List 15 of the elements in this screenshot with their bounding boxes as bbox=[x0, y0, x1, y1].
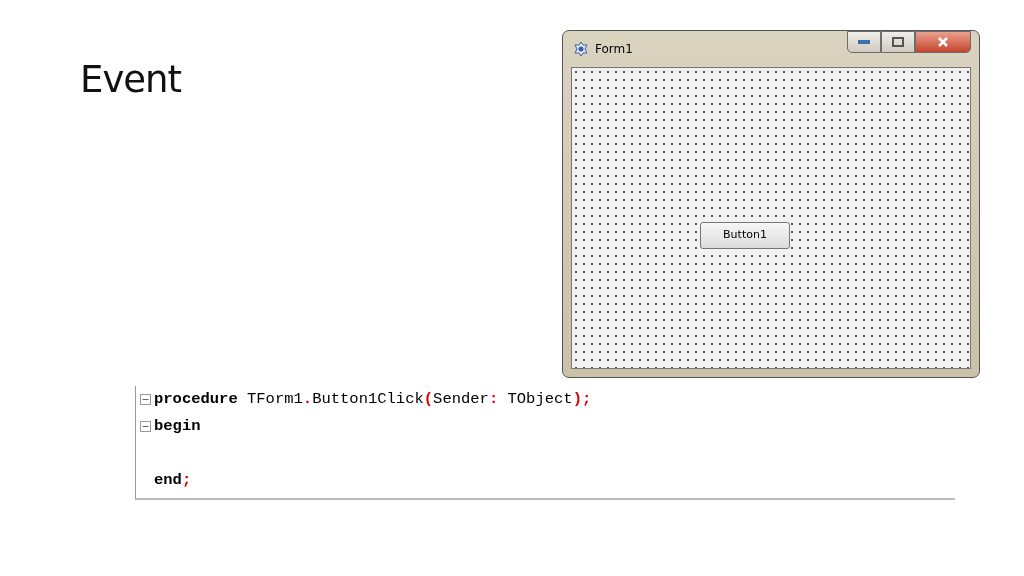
slide-title: Event bbox=[80, 57, 181, 103]
maximize-icon bbox=[892, 37, 904, 47]
code-line: procedure TForm1.Button1Click(Sender: TObject); bbox=[154, 389, 592, 410]
app-icon bbox=[573, 41, 589, 57]
form-button[interactable]: Button1 bbox=[700, 222, 790, 249]
minimize-button[interactable] bbox=[847, 31, 881, 53]
code-line: end; bbox=[154, 470, 192, 491]
close-button[interactable] bbox=[915, 31, 971, 53]
code-line: begin bbox=[154, 416, 201, 437]
maximize-button[interactable] bbox=[881, 31, 915, 53]
fold-icon[interactable] bbox=[140, 421, 151, 432]
window-title: Form1 bbox=[595, 41, 633, 58]
close-icon bbox=[937, 37, 949, 47]
fold-icon[interactable] bbox=[140, 394, 151, 405]
minimize-icon bbox=[858, 40, 870, 44]
